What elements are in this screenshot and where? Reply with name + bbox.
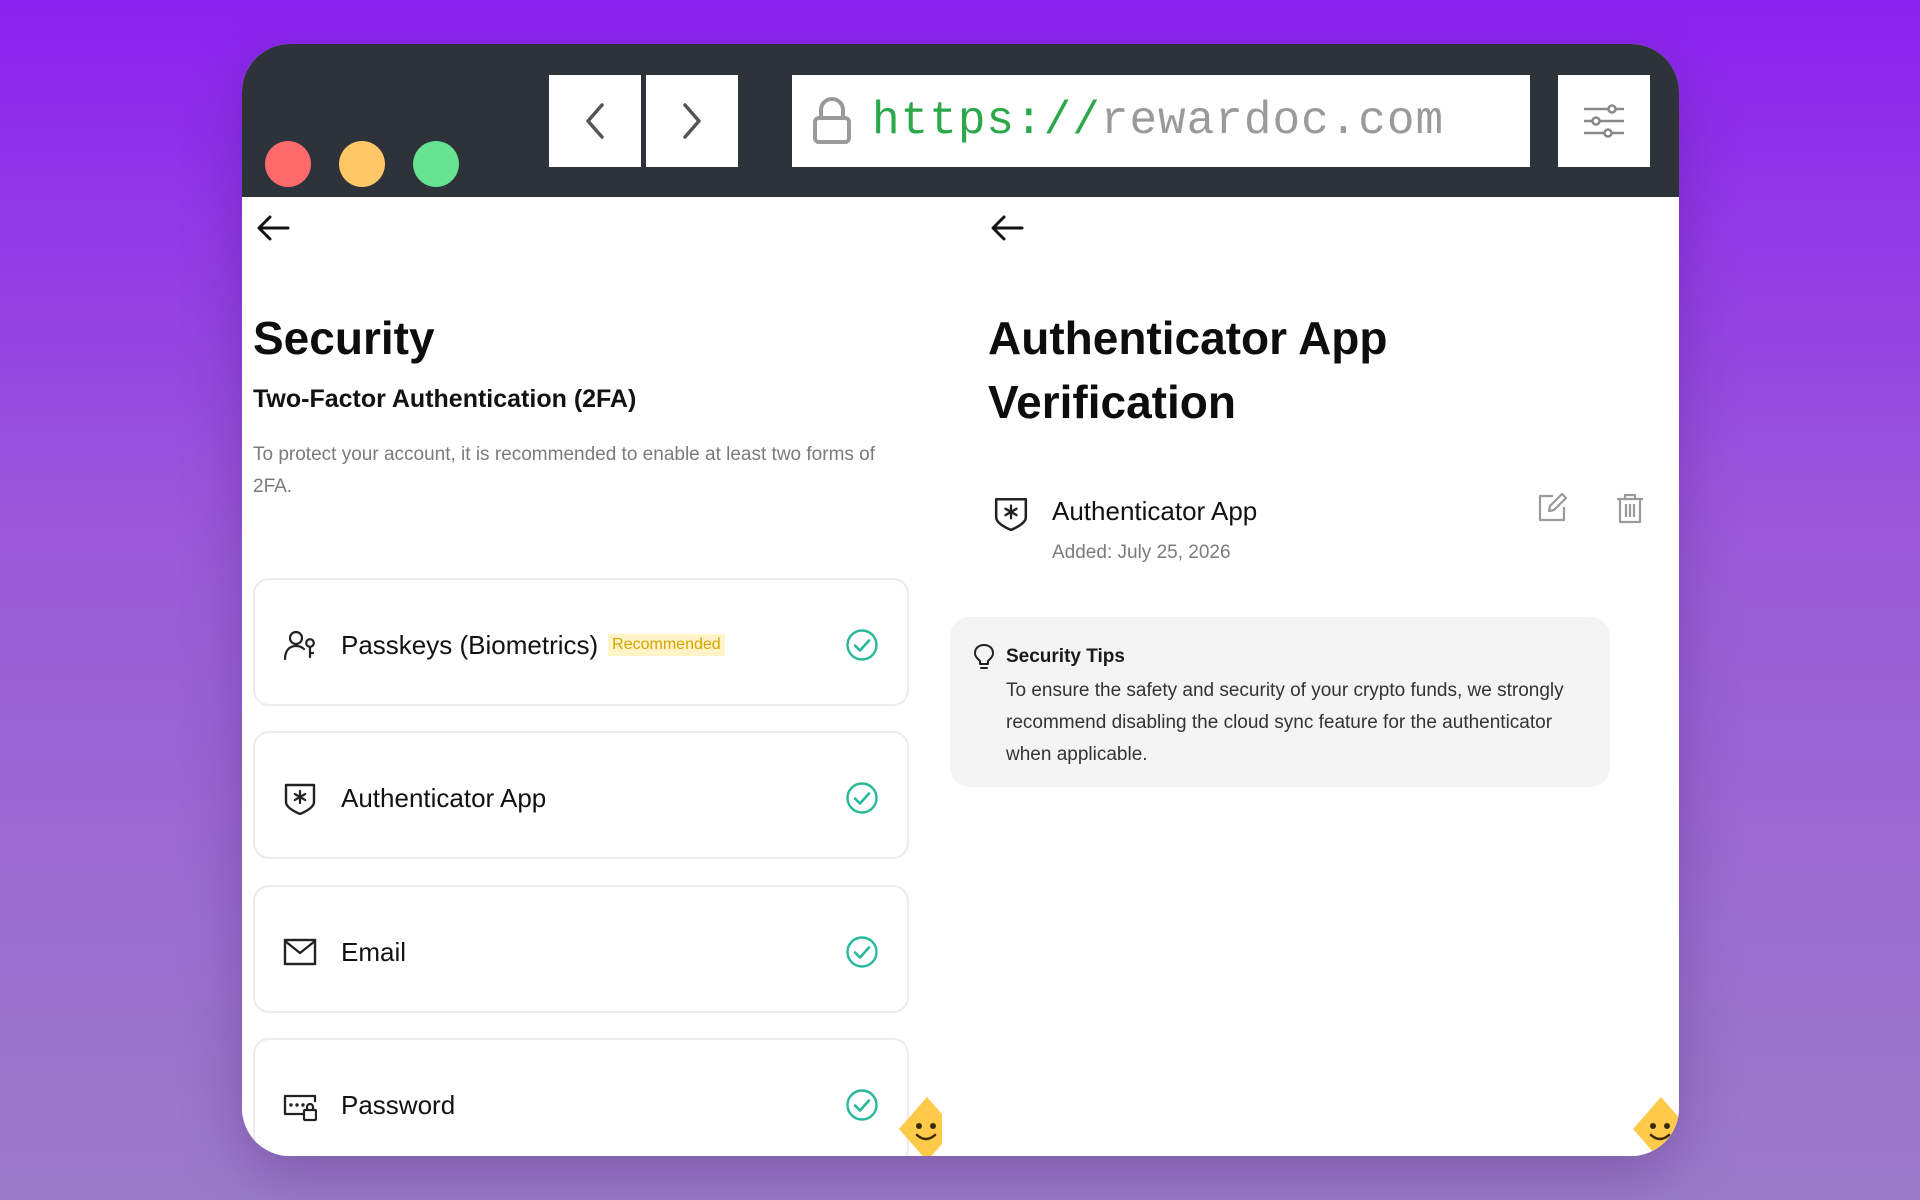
method-label-passkeys: Passkeys (Biometrics) [341, 630, 599, 660]
url-scheme: https:// [872, 95, 1101, 147]
authenticator-panel: Authenticator App Verification Authentic… [942, 197, 1679, 1156]
page-content: Security Two-Factor Authentication (2FA)… [242, 197, 1679, 1156]
maximize-window-button[interactable] [413, 141, 459, 187]
authenticator-shield-icon [284, 783, 316, 815]
support-mascot-icon[interactable] [1631, 1093, 1679, 1156]
method-label-email: Email [341, 937, 407, 967]
method-label-password: Password [341, 1090, 456, 1120]
url-host: rewardoc.com [1100, 95, 1445, 147]
authenticator-shield-icon [994, 497, 1028, 531]
support-mascot-icon[interactable] [897, 1093, 942, 1156]
trash-icon[interactable] [1613, 491, 1647, 525]
check-circle-icon [846, 1089, 878, 1121]
back-button[interactable] [549, 75, 641, 167]
settings-button[interactable] [1558, 75, 1650, 167]
back-arrow-icon[interactable] [988, 211, 1028, 245]
security-tips-title: Security Tips [1006, 646, 1125, 667]
browser-window: https://rewardoc.com Security Two-Factor… [242, 44, 1679, 1156]
edit-icon[interactable] [1535, 491, 1569, 525]
check-circle-icon [846, 629, 878, 661]
method-card-authenticator[interactable]: Authenticator App [253, 731, 909, 859]
check-circle-icon [846, 782, 878, 814]
passkey-icon [283, 630, 315, 661]
chevron-left-icon [586, 103, 604, 139]
security-tips-text: To ensure the safety and security of you… [1006, 680, 1564, 765]
close-window-button[interactable] [265, 141, 311, 187]
check-circle-icon [846, 936, 878, 968]
sliders-icon [1584, 104, 1624, 138]
browser-toolbar: https://rewardoc.com [242, 44, 1679, 197]
lock-icon [813, 97, 851, 144]
security-panel: Security Two-Factor Authentication (2FA)… [242, 197, 942, 1156]
recommended-badge: Recommended [608, 634, 725, 657]
method-card-passkeys[interactable]: Passkeys (Biometrics) Recommended [253, 578, 909, 706]
back-arrow-icon[interactable] [254, 211, 294, 245]
page-title: Authenticator App Verification [988, 312, 1388, 428]
address-bar[interactable]: https://rewardoc.com [792, 75, 1530, 167]
method-label-authenticator: Authenticator App [341, 783, 547, 813]
section-title: Two-Factor Authentication (2FA) [253, 385, 637, 413]
forward-button[interactable] [646, 75, 738, 167]
minimize-window-button[interactable] [339, 141, 385, 187]
password-icon [283, 1094, 317, 1122]
method-card-email[interactable]: Email [253, 885, 909, 1013]
page-title: Security [253, 312, 435, 364]
section-description: To protect your account, it is recommend… [253, 444, 876, 497]
chevron-right-icon [683, 103, 701, 139]
authenticator-app-name: Authenticator App [1052, 496, 1258, 526]
lightbulb-icon [974, 644, 994, 669]
method-card-password[interactable]: Password [253, 1038, 909, 1156]
security-tips-box: Security Tips To ensure the safety and s… [950, 617, 1610, 787]
added-date: Added: July 25, 2026 [1052, 542, 1231, 563]
mail-icon [283, 938, 317, 966]
